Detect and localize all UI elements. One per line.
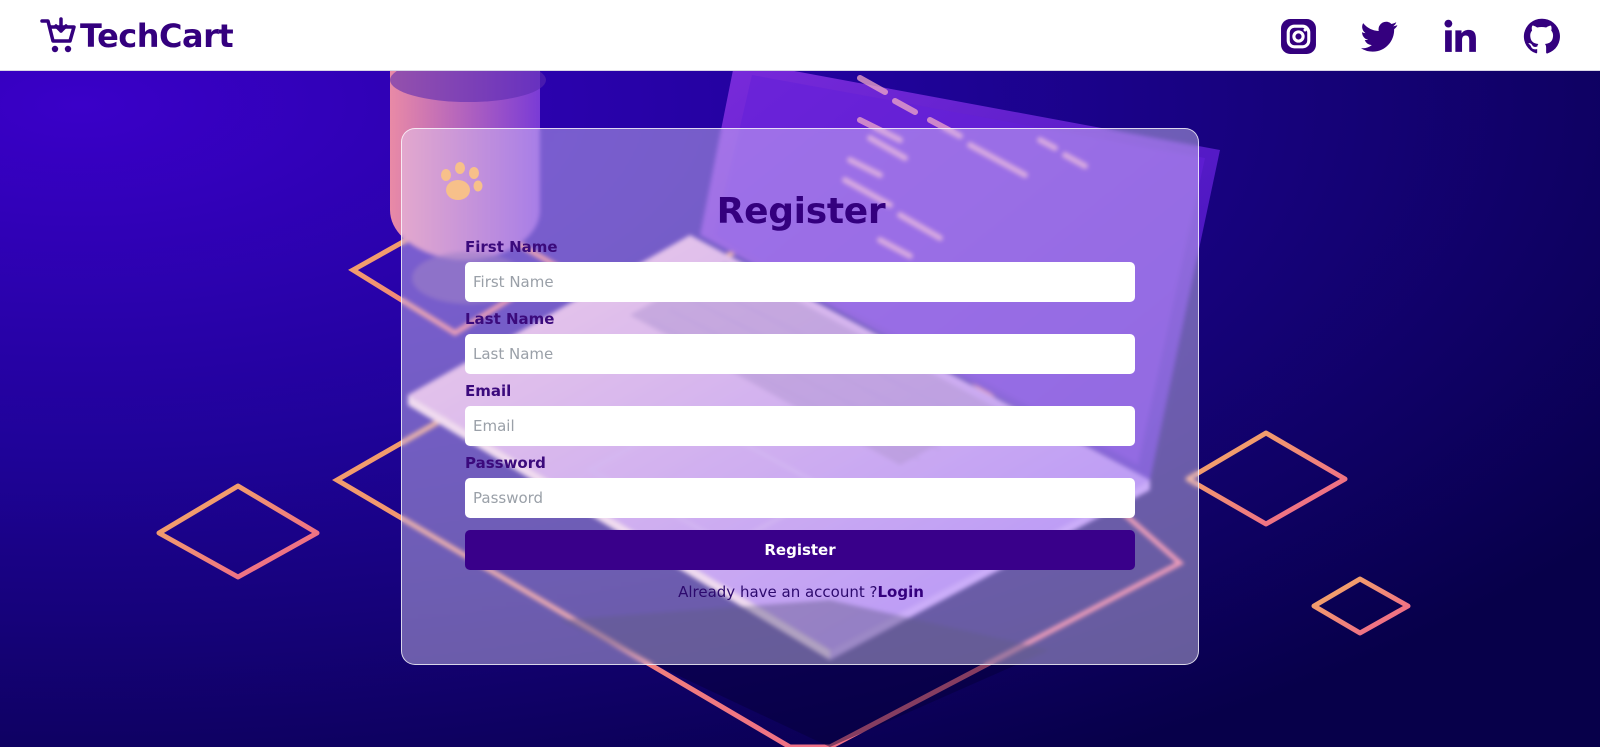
instagram-icon <box>1281 19 1316 54</box>
brand-name: TechCart <box>80 17 234 55</box>
register-card: Register First Name Last Name Email Pass… <box>401 128 1199 665</box>
email-input[interactable] <box>465 406 1135 446</box>
login-prompt-text: Already have an account ? <box>678 583 878 601</box>
linkedin-icon <box>1444 19 1476 52</box>
linkedin-link[interactable] <box>1442 18 1479 55</box>
first-name-label: First Name <box>465 238 558 256</box>
social-links <box>1280 18 1560 55</box>
last-name-input[interactable] <box>465 334 1135 374</box>
password-input[interactable] <box>465 478 1135 518</box>
login-link[interactable]: Login <box>877 583 923 601</box>
last-name-label: Last Name <box>465 310 555 328</box>
twitter-link[interactable] <box>1361 18 1398 55</box>
github-icon <box>1523 18 1560 54</box>
register-button[interactable]: Register <box>465 530 1135 570</box>
page-title: Register <box>716 191 886 232</box>
first-name-input[interactable] <box>465 262 1135 302</box>
instagram-link[interactable] <box>1280 18 1317 55</box>
login-prompt: Already have an account ?Login <box>402 583 1200 601</box>
brand-logo[interactable]: TechCart <box>40 14 234 58</box>
github-link[interactable] <box>1523 18 1560 55</box>
twitter-icon <box>1361 21 1398 52</box>
top-navbar: TechCart <box>0 0 1600 71</box>
cart-icon <box>40 17 76 53</box>
password-label: Password <box>465 454 546 472</box>
email-label: Email <box>465 382 512 400</box>
